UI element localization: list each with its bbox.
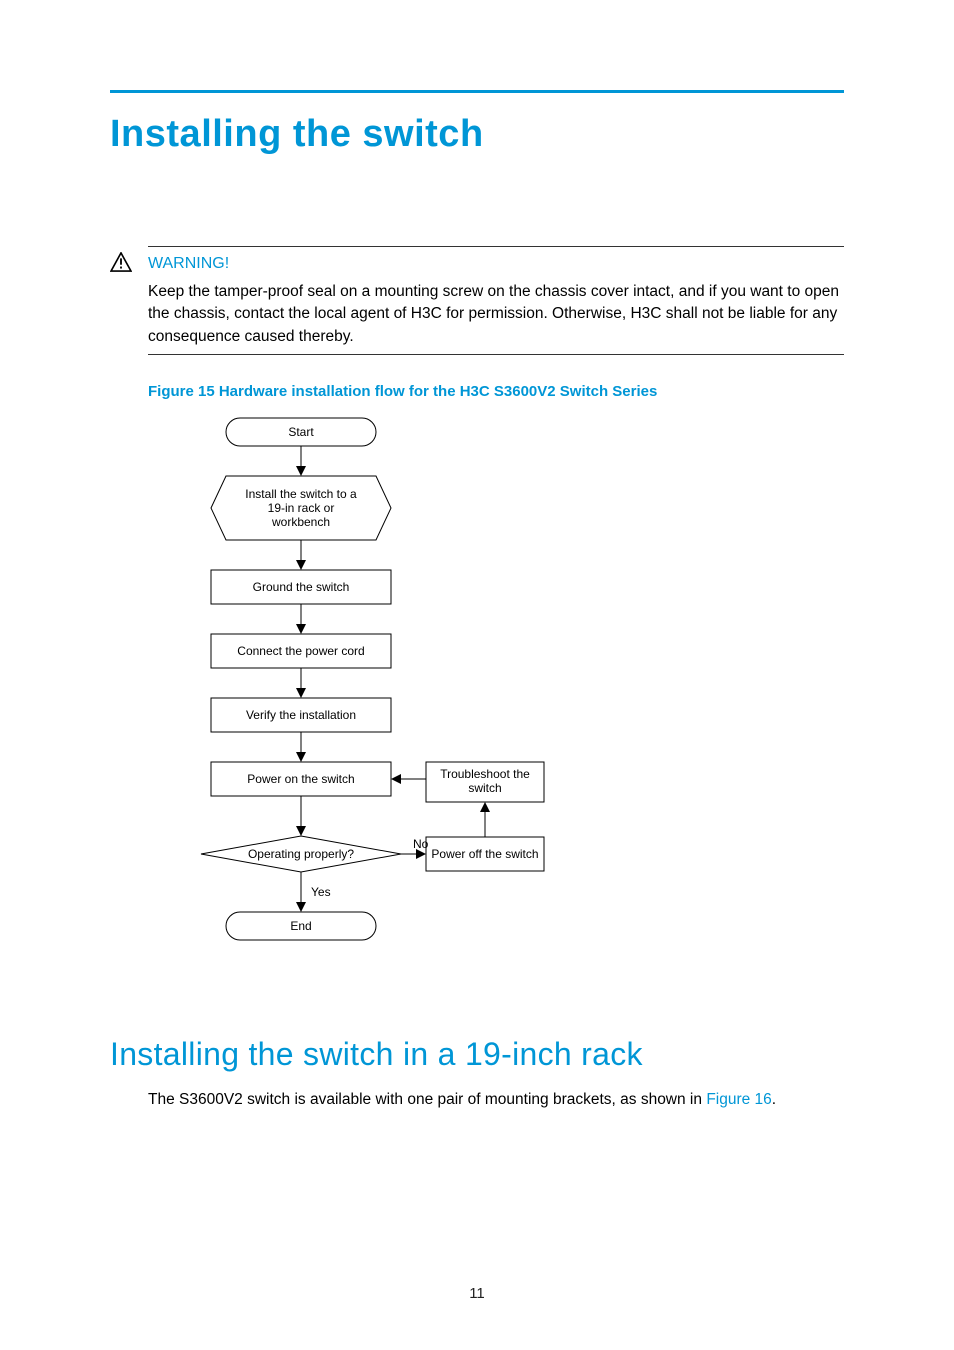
flow-troubleshoot-l1: Troubleshoot the	[440, 767, 530, 781]
warning-label: WARNING!	[148, 255, 844, 273]
section-body-after: .	[772, 1091, 776, 1108]
flow-start: Start	[288, 425, 314, 439]
flow-connect: Connect the power cord	[237, 644, 364, 658]
flow-yes: Yes	[311, 885, 331, 899]
section-title: Installing the switch in a 19-inch rack	[110, 1036, 844, 1073]
flow-end: End	[290, 919, 311, 933]
warning-rule-bot	[148, 354, 844, 355]
flow-install-l1: Install the switch to a	[245, 487, 357, 501]
figure-link[interactable]: Figure 16	[706, 1091, 771, 1108]
flow-install-l3: workbench	[271, 515, 330, 529]
flow-poweroff: Power off the switch	[431, 847, 538, 861]
warning-rule-top	[148, 246, 844, 247]
warning-block: WARNING! Keep the tamper-proof seal on a…	[148, 246, 844, 355]
flow-troubleshoot-l2: switch	[468, 781, 501, 795]
flowchart: Start Install the switch to a 19-in rack…	[166, 416, 844, 976]
page-title: Installing the switch	[110, 113, 844, 156]
warning-body: Keep the tamper-proof seal on a mounting…	[148, 281, 844, 348]
figure-caption: Figure 15 Hardware installation flow for…	[148, 383, 844, 400]
flow-install-l2: 19-in rack or	[268, 501, 335, 515]
top-rule	[110, 90, 844, 93]
page-number: 11	[0, 1285, 954, 1302]
flow-poweron: Power on the switch	[247, 772, 354, 786]
section-body: The S3600V2 switch is available with one…	[148, 1091, 844, 1109]
warning-icon	[110, 252, 132, 272]
flow-ground: Ground the switch	[253, 580, 350, 594]
flow-operating: Operating properly?	[248, 847, 354, 861]
section-body-before: The S3600V2 switch is available with one…	[148, 1091, 706, 1108]
flow-verify: Verify the installation	[246, 708, 356, 722]
